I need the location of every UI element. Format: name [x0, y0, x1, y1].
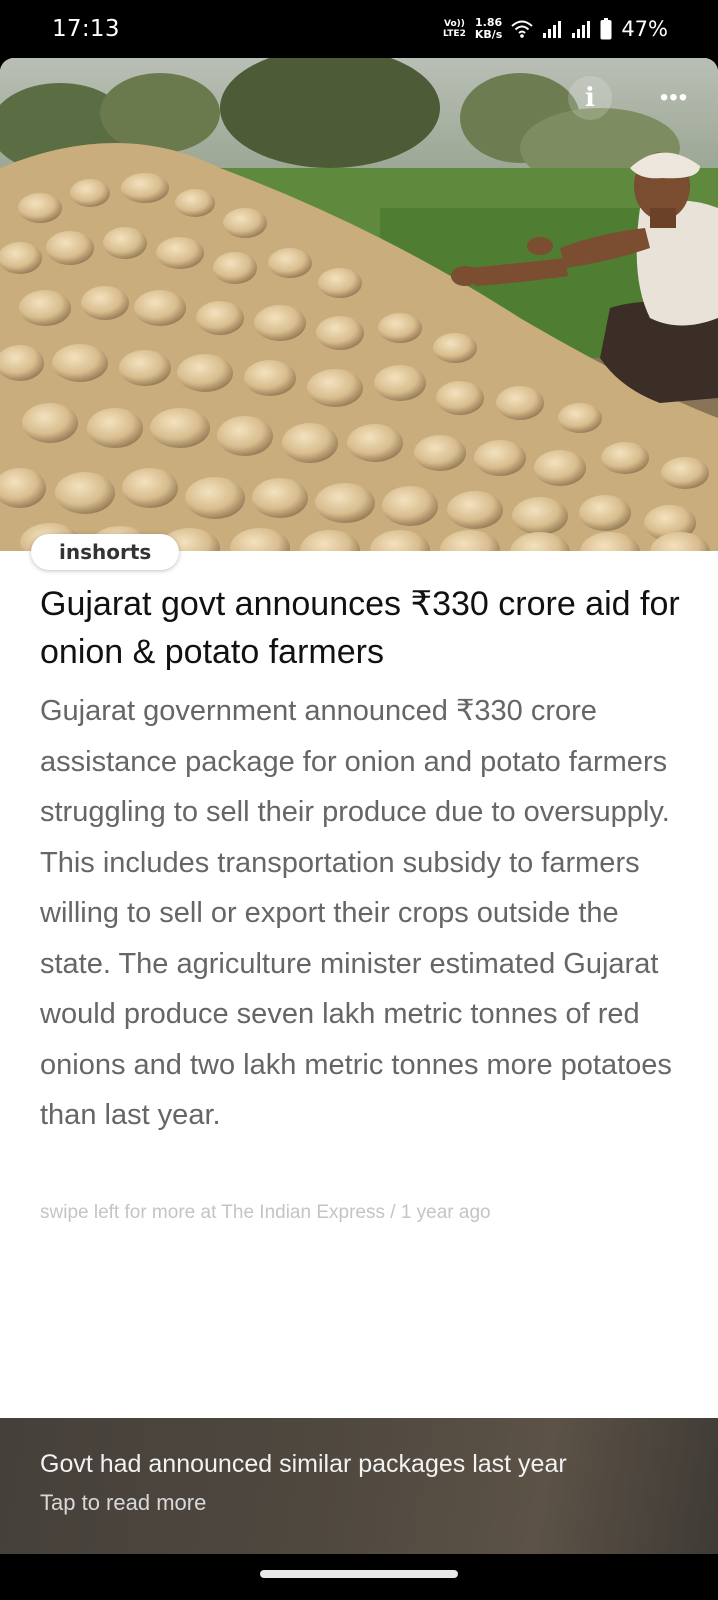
- article-image[interactable]: i •••: [0, 58, 718, 551]
- network-speed: 1.86 KB/s: [475, 17, 502, 41]
- wifi-icon: [511, 20, 533, 38]
- source-line[interactable]: swipe left for more at The Indian Expres…: [40, 1202, 690, 1224]
- info-icon[interactable]: i: [568, 76, 612, 120]
- volte-bottom: LTE2: [443, 29, 466, 39]
- status-bar: 17:13 Vo)) LTE2 1.86 KB/s 47%: [0, 0, 718, 58]
- article-headline: Gujarat govt announces ₹330 crore aid fo…: [40, 585, 680, 671]
- volte-top: Vo)): [443, 19, 465, 29]
- source-time: / 1 year ago: [384, 1202, 491, 1223]
- speed-unit: KB/s: [474, 28, 503, 41]
- status-time: 17:13: [52, 16, 120, 42]
- inshorts-logo: inshorts: [31, 534, 180, 570]
- battery-percent: 47%: [621, 17, 668, 41]
- signal-icon-sim2: [572, 21, 591, 38]
- battery-icon: [600, 18, 612, 40]
- news-card[interactable]: i ••• inshorts Gujarat govt announces ₹3…: [0, 58, 718, 1554]
- tap-to-read-more: Tap to read more: [40, 1490, 207, 1515]
- read-more-banner[interactable]: Govt had announced similar packages last…: [0, 1418, 718, 1554]
- related-headline: Govt had announced similar packages last…: [40, 1450, 567, 1478]
- volte-icon: Vo)) LTE2: [443, 19, 466, 39]
- source-prefix: swipe left for more at: [40, 1202, 222, 1223]
- potato-farmer-illustration: [0, 58, 718, 551]
- status-icons: Vo)) LTE2 1.86 KB/s 47%: [443, 15, 668, 43]
- more-options-icon[interactable]: •••: [652, 76, 696, 120]
- navigation-bar: [0, 1554, 718, 1600]
- article-body: Gujarat government announced ₹330 crore …: [40, 695, 672, 1131]
- home-indicator[interactable]: [260, 1570, 458, 1578]
- source-name-link[interactable]: The Indian Express: [221, 1202, 385, 1223]
- signal-icon-sim1: [543, 21, 562, 38]
